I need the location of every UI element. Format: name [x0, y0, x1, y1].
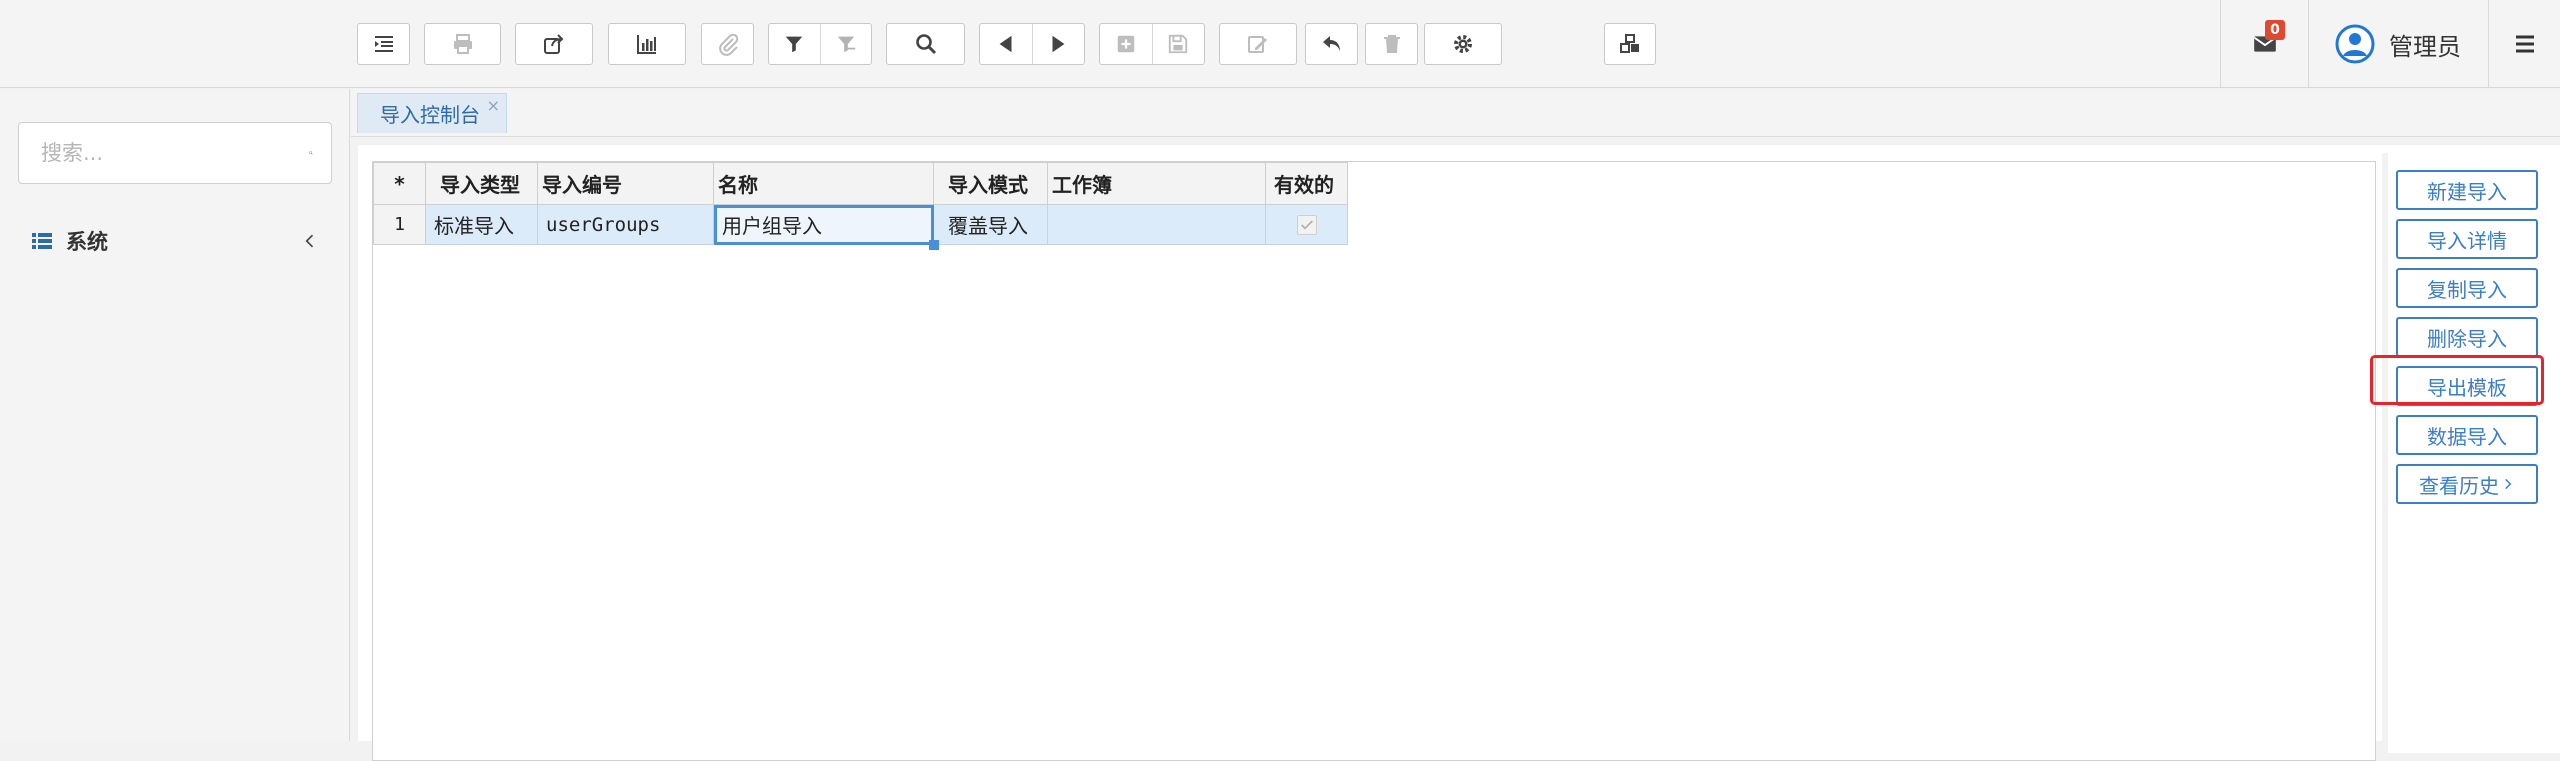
column-header[interactable]: 导入编号	[537, 162, 714, 205]
mail-count-badge: 0	[2265, 20, 2285, 40]
cell-valid[interactable]	[1265, 204, 1348, 245]
cubes-icon	[1620, 34, 1639, 53]
clear-filter-icon	[837, 36, 855, 53]
sidebar-item-label: 系统	[66, 230, 108, 254]
valid-checkbox[interactable]	[1296, 214, 1317, 235]
search-icon	[915, 34, 936, 55]
modules-button[interactable]	[1604, 23, 1656, 65]
save-button[interactable]	[1151, 24, 1205, 64]
chart-icon	[637, 35, 656, 54]
delete-icon	[1383, 35, 1400, 53]
settings-button[interactable]	[1424, 23, 1502, 65]
undo-button[interactable]	[1305, 23, 1358, 65]
share-button[interactable]	[515, 23, 593, 65]
hamburger-icon	[2515, 35, 2534, 53]
filter-button[interactable]	[769, 24, 820, 64]
tab-import-console[interactable]: 导入控制台 ×	[357, 93, 507, 133]
column-header[interactable]: *	[373, 162, 426, 205]
print-icon	[453, 34, 472, 54]
search-button[interactable]	[886, 23, 965, 65]
edit-button[interactable]	[1219, 23, 1297, 65]
cell-workbook[interactable]	[1047, 204, 1266, 245]
sidebar-item-system[interactable]: 系统	[30, 223, 320, 259]
search-icon[interactable]	[309, 140, 313, 166]
filter-icon	[786, 36, 803, 53]
new-import-button[interactable]: 新建导入	[2396, 170, 2538, 210]
attachment-icon	[718, 33, 738, 56]
settings-icon	[1454, 35, 1472, 53]
cell-import-type[interactable]: 标准导入	[425, 204, 538, 245]
toggle-sidebar-button[interactable]	[357, 23, 410, 65]
tab-strip: 导入控制台 ×	[351, 89, 2560, 137]
add-button[interactable]	[1100, 24, 1152, 64]
next-icon	[1052, 35, 1065, 53]
table-row[interactable]: 1 标准导入 userGroups 用户组导入 覆盖导入	[373, 204, 1348, 250]
user-avatar-icon	[2335, 24, 2375, 64]
column-header[interactable]: 有效的	[1265, 162, 1348, 205]
main-menu-button[interactable]	[2488, 0, 2560, 88]
nav-group	[979, 23, 1085, 65]
share-icon	[544, 34, 564, 54]
next-record-button[interactable]	[1031, 24, 1085, 64]
sidebar-search-input[interactable]	[41, 141, 309, 165]
cell-import-mode[interactable]: 覆盖导入	[933, 204, 1048, 245]
tab-label: 导入控制台	[380, 103, 480, 127]
attachment-button[interactable]	[701, 23, 754, 65]
data-grid: * 导入类型 导入编号 名称 导入模式 工作簿 有效的 1 标准导入 userG…	[372, 161, 2376, 761]
cell-import-code[interactable]: userGroups	[537, 204, 714, 245]
sidebar-search	[18, 122, 332, 184]
undo-icon	[1322, 36, 1340, 51]
main-content: * 导入类型 导入编号 名称 导入模式 工作簿 有效的 1 标准导入 userG…	[358, 145, 2560, 761]
prev-record-button[interactable]	[980, 24, 1032, 64]
table-header-row: * 导入类型 导入编号 名称 导入模式 工作簿 有效的	[373, 162, 1348, 205]
indent-icon	[374, 36, 393, 52]
export-template-button[interactable]: 导出模板	[2396, 366, 2538, 406]
action-panel: 新建导入 导入详情 复制导入 删除导入 导出模板 数据导入 查看历史	[2382, 153, 2560, 753]
add-icon	[1117, 35, 1134, 53]
row-number: 1	[373, 204, 426, 245]
delete-import-button[interactable]: 删除导入	[2396, 317, 2538, 357]
checkmark-icon	[1300, 219, 1313, 230]
top-right-area: 0 管理员	[2220, 0, 2560, 88]
user-menu[interactable]: 管理员	[2308, 0, 2488, 88]
tab-close-icon[interactable]: ×	[487, 96, 500, 115]
list-icon	[32, 233, 52, 249]
column-header[interactable]: 导入模式	[933, 162, 1048, 205]
filter-group	[768, 23, 872, 65]
import-detail-button[interactable]: 导入详情	[2396, 219, 2538, 259]
cell-name-text: 用户组导入	[722, 214, 822, 238]
view-history-button[interactable]: 查看历史	[2396, 464, 2538, 504]
edit-group	[1099, 23, 1205, 65]
copy-import-button[interactable]: 复制导入	[2396, 268, 2538, 308]
data-import-button[interactable]: 数据导入	[2396, 415, 2538, 455]
sidebar: 系统	[0, 89, 350, 741]
top-toolbar: 0 管理员	[0, 0, 2560, 88]
save-icon	[1169, 34, 1188, 54]
fill-handle[interactable]	[929, 240, 939, 250]
import-table: * 导入类型 导入编号 名称 导入模式 工作簿 有效的 1 标准导入 userG…	[373, 162, 1348, 250]
column-header[interactable]: 工作簿	[1047, 162, 1266, 205]
user-name: 管理员	[2389, 32, 2461, 61]
clear-filter-button[interactable]	[819, 24, 872, 64]
print-button[interactable]	[424, 23, 501, 65]
column-header[interactable]: 名称	[713, 162, 934, 205]
cell-name[interactable]: 用户组导入	[713, 204, 939, 250]
chevron-left-icon[interactable]	[300, 231, 320, 251]
messages-button[interactable]: 0	[2220, 0, 2308, 88]
view-history-label: 查看历史	[2419, 473, 2499, 498]
delete-button[interactable]	[1365, 23, 1418, 65]
column-header[interactable]: 导入类型	[425, 162, 538, 205]
report-button[interactable]	[608, 23, 686, 65]
edit-icon	[1248, 36, 1267, 53]
chevron-right-icon	[2505, 478, 2512, 490]
prev-icon	[999, 35, 1012, 53]
